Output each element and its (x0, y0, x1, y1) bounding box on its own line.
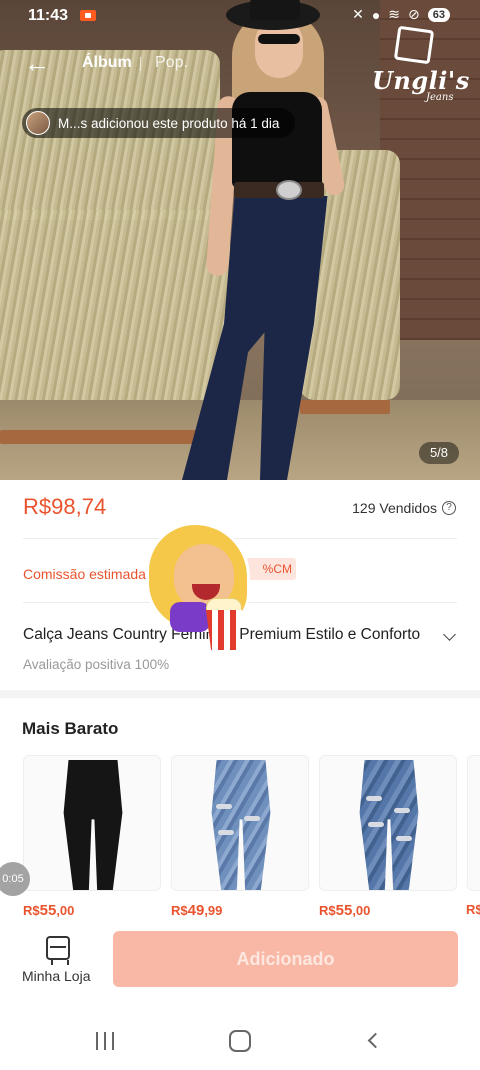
popcorn-sticker (136, 522, 268, 652)
card-price: R$55,00 (23, 902, 74, 919)
battery-badge: 63 (427, 7, 450, 22)
product-price: R$98,74 (23, 494, 107, 519)
card-price: R$49,99 (171, 902, 222, 919)
card-price-peek: R$ (466, 902, 480, 917)
rip-detail (244, 816, 260, 821)
sold-count-text: 129 Vendidos (352, 500, 437, 516)
rip-detail (394, 808, 410, 813)
added-button[interactable]: Adicionado (113, 931, 458, 987)
blocked-icon: ⊘ (408, 6, 420, 22)
rip-detail (218, 830, 234, 835)
brand-name: Ungli's (372, 66, 470, 95)
rip-detail (366, 796, 382, 801)
recent-apps-icon[interactable] (96, 1032, 116, 1050)
rip-detail (216, 804, 232, 809)
sticker-shirt (170, 602, 210, 632)
screen-record-icon (80, 10, 96, 21)
brand-subtitle: Jeans (426, 92, 454, 103)
avatar (26, 111, 50, 135)
currency: R$ (319, 903, 336, 918)
location-icon: ● (371, 6, 381, 23)
tab-album[interactable]: Álbum (82, 54, 132, 72)
mute-icon: ✕ (352, 6, 364, 22)
pallet (300, 400, 390, 414)
cowboy-hat-crown (250, 0, 300, 20)
my-store-label[interactable]: Minha Loja (22, 968, 91, 984)
jeans-thumbnail (359, 760, 419, 890)
product-image[interactable]: 11:43 ✕ ● ≋ ⊘ 63 ← Álbum Pop. Ungli's Je… (0, 0, 480, 480)
rip-detail (368, 822, 384, 827)
popcorn-bucket-icon (206, 610, 242, 650)
home-icon[interactable] (229, 1030, 251, 1052)
added-notice-text: M...s adicionou este produto há 1 dia (58, 115, 280, 131)
price-int: 55 (39, 902, 57, 919)
image-page-counter: 5/8 (419, 442, 459, 464)
product-card[interactable] (23, 755, 161, 891)
section-separator (0, 690, 480, 698)
store-icon[interactable] (46, 936, 70, 965)
help-icon[interactable]: ? (442, 501, 456, 515)
back-arrow-icon[interactable]: ← (24, 50, 50, 76)
price-dec: ,00 (56, 903, 75, 918)
sold-count: 129 Vendidos ? (352, 500, 456, 516)
nav-back-icon[interactable] (367, 1032, 384, 1049)
rating-text: Avaliação positiva 100% (23, 657, 170, 672)
added-notice: M...s adicionou este produto há 1 dia (22, 108, 295, 138)
timer-badge: 0:05 (0, 862, 30, 896)
jeans-thumbnail (211, 760, 271, 890)
brand-logo-icon (393, 25, 435, 65)
belt-buckle (276, 180, 302, 200)
hay-bale (0, 210, 230, 410)
sunglasses (258, 34, 300, 44)
jeans-thumbnail (63, 760, 123, 890)
chevron-down-icon[interactable] (443, 628, 456, 641)
product-card[interactable] (319, 755, 457, 891)
currency: R$ (171, 903, 188, 918)
card-price: R$55,00 (319, 902, 370, 919)
status-time: 11:43 (28, 7, 69, 24)
price-dec: ,99 (204, 903, 223, 918)
price-int: 49 (187, 902, 205, 919)
section-title-cheaper: Mais Barato (22, 719, 119, 738)
commission-label: Comissão estimada (23, 566, 146, 582)
product-card-peek[interactable] (467, 755, 480, 891)
model-top (232, 92, 322, 188)
rip-detail (396, 836, 412, 841)
price-dec: ,00 (352, 903, 371, 918)
wifi-icon: ≋ (388, 6, 401, 22)
pallet (0, 430, 200, 444)
price-int: 55 (335, 902, 353, 919)
tab-pop[interactable]: Pop. (155, 54, 188, 72)
tab-divider (140, 57, 141, 71)
status-icons: ✕ ● ≋ ⊘ 63 (352, 6, 450, 23)
product-card[interactable] (171, 755, 309, 891)
currency: R$ (23, 903, 40, 918)
